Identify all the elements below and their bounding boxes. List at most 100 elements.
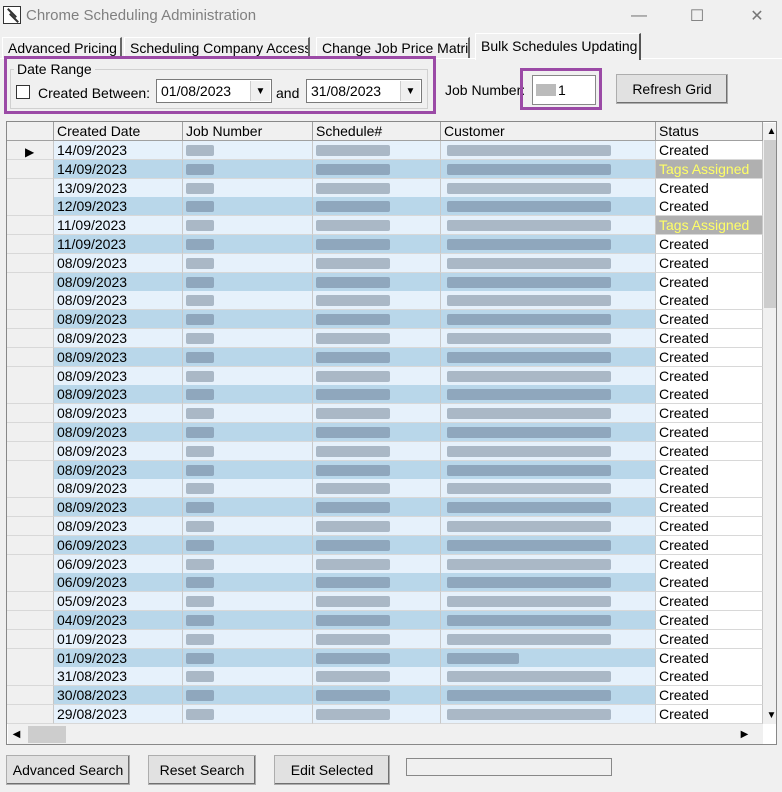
schedule-cell[interactable] — [313, 216, 441, 236]
created-date-cell[interactable]: 08/09/2023 — [54, 498, 183, 518]
job-number-cell[interactable] — [183, 272, 313, 292]
customer-cell[interactable] — [441, 479, 656, 499]
row-header-cell[interactable] — [7, 366, 54, 386]
status-cell[interactable]: Created — [656, 178, 763, 198]
job-number-cell[interactable] — [183, 479, 313, 499]
row-header-cell[interactable] — [7, 460, 54, 480]
schedule-cell[interactable] — [313, 366, 441, 386]
table-row[interactable]: 06/09/2023 Created — [7, 535, 763, 555]
status-cell[interactable]: Created — [656, 197, 763, 217]
status-cell[interactable]: Created — [656, 347, 763, 367]
schedule-cell[interactable] — [313, 592, 441, 612]
horizontal-scroll-thumb[interactable] — [28, 726, 66, 743]
edit-selected-button[interactable]: Edit Selected — [274, 755, 390, 785]
row-header-cell[interactable] — [7, 385, 54, 405]
schedule-cell[interactable] — [313, 629, 441, 649]
status-cell[interactable]: Tags Assigned — [656, 159, 763, 179]
vertical-scrollbar[interactable]: ▲ ▼ — [763, 123, 776, 724]
status-cell[interactable]: Created — [656, 629, 763, 649]
schedule-cell[interactable] — [313, 667, 441, 687]
schedule-cell[interactable] — [313, 517, 441, 536]
customer-cell[interactable] — [441, 460, 656, 480]
table-row[interactable]: 08/09/2023 Created — [7, 291, 763, 311]
row-header-cell[interactable] — [7, 517, 54, 536]
row-header-cell[interactable] — [7, 498, 54, 518]
created-date-cell[interactable]: 04/09/2023 — [54, 611, 183, 630]
customer-cell[interactable] — [441, 235, 656, 254]
row-header-cell[interactable] — [7, 253, 54, 273]
schedule-cell[interactable] — [313, 197, 441, 217]
status-cell[interactable]: Created — [656, 385, 763, 405]
table-row[interactable]: 29/08/2023 Created — [7, 705, 763, 724]
customer-cell[interactable] — [441, 385, 656, 405]
row-header-cell[interactable] — [7, 441, 54, 461]
created-date-cell[interactable]: 14/09/2023 — [54, 159, 183, 179]
status-cell[interactable]: Created — [656, 366, 763, 386]
status-cell[interactable]: Created — [656, 460, 763, 480]
table-row[interactable]: 05/09/2023 Created — [7, 592, 763, 612]
customer-cell[interactable] — [441, 253, 656, 273]
job-number-cell[interactable] — [183, 235, 313, 254]
schedule-cell[interactable] — [313, 535, 441, 555]
schedule-cell[interactable] — [313, 291, 441, 311]
table-row[interactable]: 08/09/2023 Created — [7, 329, 763, 348]
tab-bulk-schedules-updating[interactable]: Bulk Schedules Updating — [475, 33, 641, 60]
job-number-cell[interactable] — [183, 498, 313, 518]
status-cell[interactable]: Created — [656, 611, 763, 630]
table-row[interactable]: 01/09/2023 Created — [7, 629, 763, 649]
customer-cell[interactable] — [441, 592, 656, 612]
status-cell[interactable]: Created — [656, 329, 763, 348]
job-number-cell[interactable] — [183, 423, 313, 442]
table-row[interactable]: 11/09/2023 Tags Assigned — [7, 216, 763, 236]
date-to-picker[interactable]: 31/08/2023 ▼ — [306, 79, 422, 103]
job-number-cell[interactable] — [183, 592, 313, 612]
created-date-cell[interactable]: 08/09/2023 — [54, 517, 183, 536]
schedule-cell[interactable] — [313, 310, 441, 330]
schedule-cell[interactable] — [313, 554, 441, 574]
status-cell[interactable]: Created — [656, 441, 763, 461]
job-number-cell[interactable] — [183, 329, 313, 348]
customer-cell[interactable] — [441, 310, 656, 330]
customer-cell[interactable] — [441, 216, 656, 236]
created-date-cell[interactable]: 08/09/2023 — [54, 347, 183, 367]
created-date-cell[interactable]: 08/09/2023 — [54, 329, 183, 348]
status-cell[interactable]: Created — [656, 535, 763, 555]
status-cell[interactable]: Created — [656, 554, 763, 574]
row-header-cell[interactable] — [7, 178, 54, 198]
table-row[interactable]: 13/09/2023 Created — [7, 178, 763, 198]
scroll-left-icon[interactable]: ◀ — [8, 726, 25, 743]
created-date-cell[interactable]: 06/09/2023 — [54, 573, 183, 593]
job-number-cell[interactable] — [183, 385, 313, 405]
customer-cell[interactable] — [441, 141, 656, 160]
table-row[interactable]: 06/09/2023 Created — [7, 573, 763, 593]
created-date-cell[interactable]: 14/09/2023 — [54, 141, 183, 160]
table-row[interactable]: 08/09/2023 Created — [7, 347, 763, 367]
customer-cell[interactable] — [441, 554, 656, 574]
table-row[interactable]: 08/09/2023 Created — [7, 404, 763, 424]
status-cell[interactable]: Created — [656, 235, 763, 254]
job-number-cell[interactable] — [183, 686, 313, 706]
job-number-cell[interactable] — [183, 611, 313, 630]
customer-cell[interactable] — [441, 347, 656, 367]
customer-cell[interactable] — [441, 404, 656, 424]
created-date-cell[interactable]: 08/09/2023 — [54, 366, 183, 386]
table-row[interactable]: ▶ 14/09/2023 Created — [7, 141, 763, 160]
job-number-cell[interactable] — [183, 404, 313, 424]
customer-cell[interactable] — [441, 366, 656, 386]
created-date-cell[interactable]: 31/08/2023 — [54, 667, 183, 687]
schedule-cell[interactable] — [313, 385, 441, 405]
customer-cell[interactable] — [441, 159, 656, 179]
job-number-cell[interactable] — [183, 216, 313, 236]
schedule-cell[interactable] — [313, 253, 441, 273]
job-number-cell[interactable] — [183, 441, 313, 461]
customer-cell[interactable] — [441, 629, 656, 649]
created-date-cell[interactable]: 06/09/2023 — [54, 554, 183, 574]
dropdown-arrow-icon[interactable]: ▼ — [400, 81, 420, 101]
job-number-cell[interactable] — [183, 178, 313, 198]
created-date-cell[interactable]: 01/09/2023 — [54, 648, 183, 668]
schedule-cell[interactable] — [313, 347, 441, 367]
customer-cell[interactable] — [441, 423, 656, 442]
table-row[interactable]: 14/09/2023 Tags Assigned — [7, 159, 763, 179]
job-number-cell[interactable] — [183, 554, 313, 574]
status-cell[interactable]: Created — [656, 592, 763, 612]
